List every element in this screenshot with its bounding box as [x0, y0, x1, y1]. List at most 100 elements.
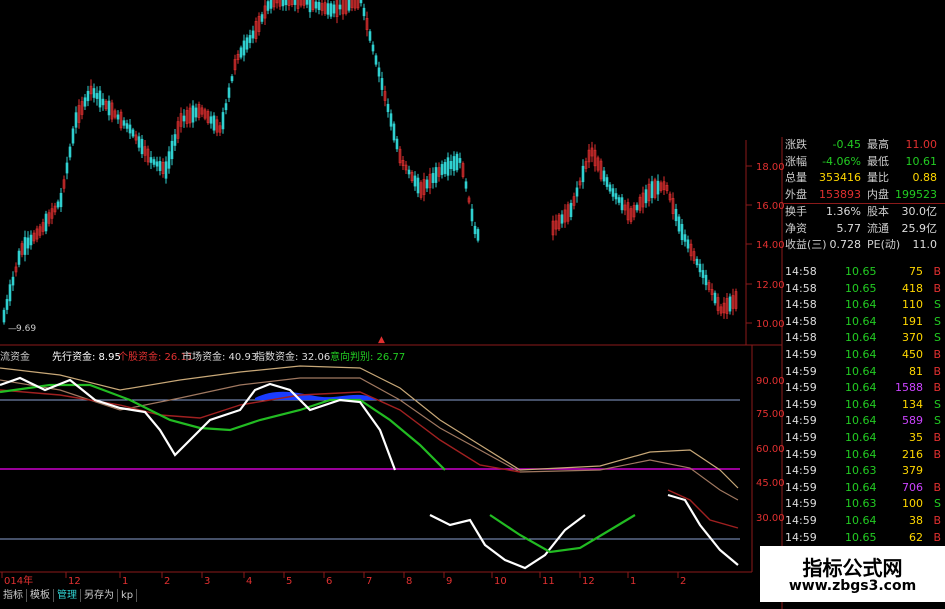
quote-label: 股本	[867, 204, 889, 218]
stock-fund-line	[0, 389, 521, 473]
trade-side: B	[933, 514, 941, 527]
trade-price: 10.64	[845, 480, 877, 494]
indicator-item: 先行资金: 8.95	[52, 348, 121, 363]
trade-side: S	[934, 397, 941, 411]
candle-body	[173, 134, 177, 146]
watermark-logo: 指标公式网 www.zbgs3.com	[760, 546, 945, 602]
quote-value: 30.0亿	[901, 204, 938, 218]
time-tick-label: 11	[542, 576, 555, 587]
indicator-item: 指数资金: 32.06	[255, 348, 330, 363]
candle-body	[683, 234, 687, 242]
candle-body	[23, 237, 27, 255]
candle-body	[407, 169, 411, 175]
quote-value: 0.728	[829, 238, 862, 252]
price-tick-label: 12.00	[756, 280, 785, 291]
quote-label: 换手	[785, 204, 807, 218]
trade-price: 10.65	[845, 530, 877, 544]
candle-body	[83, 97, 87, 107]
quote-value: 11.00	[905, 138, 938, 151]
tab-3[interactable]: 另存为	[81, 589, 118, 602]
trade-time: 14:58	[785, 314, 817, 328]
candle-body	[167, 151, 171, 169]
candle-body	[575, 187, 579, 197]
trade-price: 10.65	[845, 281, 877, 295]
tab-2[interactable]: 管理	[54, 589, 81, 602]
candle-body	[74, 112, 78, 128]
candle-body	[569, 202, 573, 218]
quote-label: PE(动)	[867, 238, 901, 252]
candle-body	[377, 67, 381, 77]
trade-volume: 706	[902, 480, 923, 494]
candle-body	[698, 263, 702, 273]
time-tick-label: 10	[494, 576, 507, 587]
trade-side: B	[933, 281, 941, 295]
candle-body	[674, 208, 678, 222]
tab-0[interactable]: 指标	[0, 589, 27, 602]
quote-row: 收益(三) 0.728 PE(动) 11.0	[783, 237, 945, 253]
trade-time: 14:59	[785, 480, 817, 494]
tab-4[interactable]: kp	[118, 589, 138, 602]
quote-value: 11.0	[912, 238, 938, 252]
candle-body	[392, 123, 396, 141]
trade-volume: 1588	[895, 381, 923, 395]
trade-side: B	[933, 431, 941, 444]
quote-row: 总量 353416 量比 0.88	[783, 170, 945, 186]
trade-side: S	[934, 414, 941, 428]
candle-body	[227, 87, 231, 98]
candle-body	[269, 0, 273, 9]
trade-side: S	[934, 298, 941, 312]
trade-side: B	[933, 348, 941, 361]
candle-body	[137, 136, 141, 148]
indicator-item-value: 40.93	[225, 352, 258, 363]
leading-fund-line	[0, 376, 397, 471]
trade-volume: 216	[902, 447, 923, 461]
time-tick-label: 6	[326, 576, 332, 587]
quote-label: 量比	[867, 171, 889, 185]
indicator-item-label: 个股资金:	[118, 352, 162, 363]
trade-side: B	[933, 530, 941, 544]
trade-price: 10.64	[845, 447, 877, 461]
quote-label: 内盘	[867, 188, 889, 202]
indicator-axis-ticks: 90.00 75.00 60.00 45.00 30.00	[756, 376, 785, 524]
trade-side: B	[933, 364, 941, 378]
quote-row: 外盘 153893 内盘 199523	[783, 187, 945, 203]
quote-value: 353416	[819, 171, 861, 185]
candle-body	[317, 2, 321, 10]
candle-body	[140, 138, 144, 155]
trade-price: 10.64	[845, 514, 877, 527]
candlestick-series	[2, 0, 738, 325]
candle-body	[602, 170, 606, 182]
candle-body	[686, 239, 690, 249]
time-tick-label: 3	[204, 576, 210, 587]
candle-body	[386, 103, 390, 113]
candle-body	[389, 113, 393, 127]
trade-price: 10.64	[845, 414, 877, 428]
candle-body	[8, 284, 12, 302]
candle-body	[194, 107, 198, 118]
candle-body	[371, 44, 375, 52]
candle-body	[305, 0, 309, 5]
tab-1[interactable]: 模板	[27, 589, 54, 602]
trade-side: B	[933, 480, 941, 494]
trade-row: 14:59 10.64 38 B	[783, 513, 945, 530]
candle-body	[152, 159, 156, 165]
trade-time: 14:59	[785, 348, 817, 361]
candle-body	[221, 112, 225, 130]
indicator-item-label: 流资金	[0, 352, 30, 363]
candle-body	[380, 78, 384, 90]
time-tick-label: 2	[680, 576, 686, 587]
indicator-tick-label: 45.00	[756, 478, 785, 489]
candle-body	[98, 90, 102, 108]
trade-row: 14:59 10.64 706 B	[783, 480, 945, 497]
trade-side: B	[933, 265, 941, 278]
trade-side: S	[934, 497, 941, 511]
trade-time: 14:59	[785, 514, 817, 527]
trade-price: 10.64	[845, 298, 877, 312]
candle-body	[44, 213, 48, 232]
indicator-item-label: 意向判别:	[330, 352, 374, 363]
candle-body	[308, 0, 312, 13]
trade-row: 14:59 10.64 1588 B	[783, 380, 945, 397]
leading-fund-line-late	[429, 514, 586, 570]
price-tick-label: 14.00	[756, 240, 785, 251]
time-axis-labels: 014年 12 1 2 3 4 5 6 7 8 9 10 11 12 1 2	[1, 572, 686, 587]
